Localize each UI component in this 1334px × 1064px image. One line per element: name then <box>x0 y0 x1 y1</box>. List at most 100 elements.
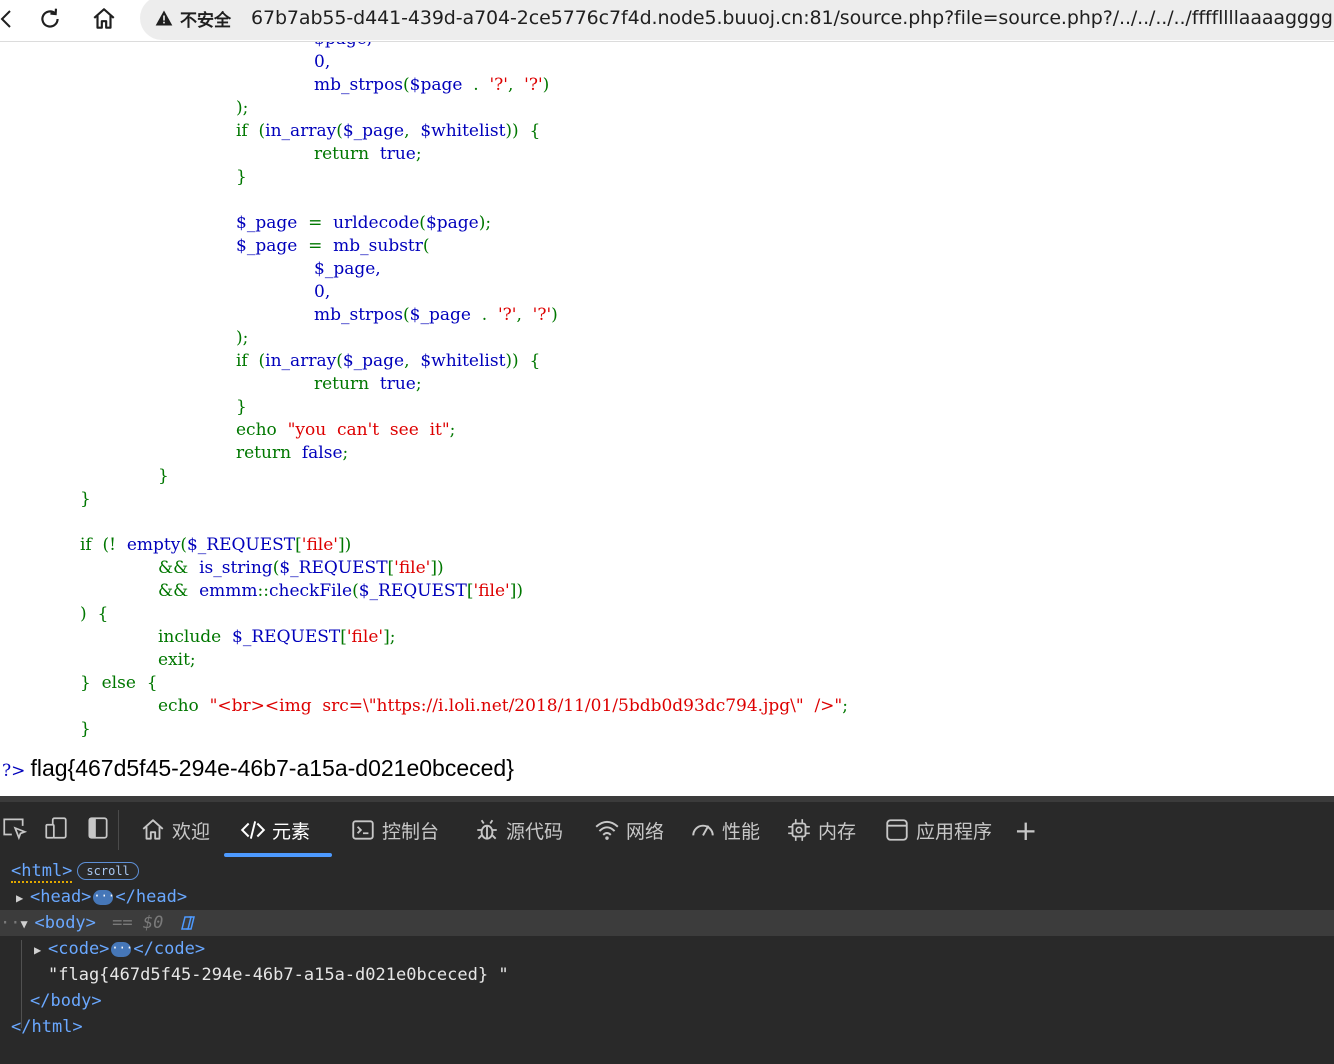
tab-elements[interactable]: 元素 <box>240 810 310 850</box>
code-line: include $_REQUEST['file']; <box>158 626 395 649</box>
not-secure-label[interactable]: 不安全 <box>180 6 231 31</box>
head-close-tag[interactable]: </head> <box>115 887 187 907</box>
tab-application[interactable]: 应用程序 <box>884 810 992 850</box>
toolbar-divider <box>118 810 119 850</box>
ellipsis-badge[interactable]: ··· <box>111 941 133 957</box>
code-token: ) <box>551 305 558 325</box>
code-token: return <box>314 144 380 164</box>
code-line: ); <box>236 97 248 120</box>
expand-triangle-icon[interactable]: ▶ <box>16 885 30 911</box>
device-emulation-button[interactable] <box>42 814 70 842</box>
code-line: if (in_array($_page, $whitelist)) { <box>236 120 540 143</box>
collapse-triangle-icon[interactable]: ▼ <box>20 911 34 937</box>
tab-label: 控制台 <box>382 820 440 843</box>
inspect-element-button[interactable] <box>0 814 28 842</box>
dom-node-html[interactable]: <html> scroll <box>0 858 1334 884</box>
code-token: ( <box>419 213 426 233</box>
tab-memory[interactable]: 内存 <box>786 810 856 850</box>
tab-sources[interactable]: 源代码 <box>474 810 563 850</box>
code-token: ]) <box>337 535 352 555</box>
head-open-tag[interactable]: <head> <box>30 887 91 907</box>
flag-output-line: ?> flag{467d5f45-294e-46b7-a15a-d021e0bc… <box>2 752 514 784</box>
code-token: . <box>462 75 490 95</box>
gauge-icon <box>692 824 714 836</box>
code-token: 'file' <box>473 581 510 601</box>
console-icon <box>352 820 374 840</box>
code-token: if ( <box>236 351 266 371</box>
body-open-tag[interactable]: <body> <box>34 913 95 933</box>
code-token: ; <box>449 420 456 440</box>
code-token: $_page <box>342 121 405 141</box>
code-open-tag[interactable]: <code> <box>48 939 109 959</box>
code-token: $_page <box>236 236 298 256</box>
code-token: "you can't see it" <box>287 420 450 440</box>
tab-label: 欢迎 <box>172 820 211 843</box>
code-line: } else { <box>80 672 158 695</box>
devtools-panel: 欢迎 元素 控制台 源代码 网络 性能 内存 应用程序 + <html> scroll ▶ <he… <box>0 796 1334 1064</box>
tab-network[interactable]: 网络 <box>594 810 664 850</box>
code-token: :: <box>257 581 269 601</box>
scroll-badge[interactable]: scroll <box>77 862 139 880</box>
code-token: true <box>379 374 416 394</box>
refresh-button[interactable] <box>34 4 66 34</box>
chip-icon <box>788 819 810 841</box>
code-line: } <box>80 718 91 741</box>
dom-node-body-close[interactable]: </body> <box>0 988 1334 1014</box>
dom-node-html-close[interactable]: </html> <box>0 1014 1334 1040</box>
code-token: mb_substr <box>333 236 423 256</box>
window-icon <box>886 819 908 841</box>
dom-node-body[interactable]: ··▼ <body> == $0 <box>0 910 1334 936</box>
wifi-icon <box>595 820 619 840</box>
code-line: ) { <box>80 603 108 626</box>
text-node-value[interactable]: "flag{467d5f45-294e-46b7-a15a-d021e0bcec… <box>48 965 509 985</box>
code-token: ); <box>236 328 249 348</box>
code-close-tag[interactable]: </code> <box>133 939 205 959</box>
code-token: echo <box>236 420 288 440</box>
node-menu-icon[interactable]: ·· <box>0 913 20 933</box>
tab-console[interactable]: 控制台 <box>350 810 439 850</box>
dom-text-node[interactable]: "flag{467d5f45-294e-46b7-a15a-d021e0bcec… <box>0 962 1334 988</box>
ellipsis-badge[interactable]: ··· <box>93 889 115 905</box>
html-open-tag[interactable]: <html> <box>11 861 73 883</box>
code-token: ) { <box>80 604 109 624</box>
home-button[interactable] <box>88 4 120 34</box>
code-token: )) { <box>505 121 541 141</box>
code-token: $page <box>425 213 479 233</box>
code-line: 0, <box>314 281 330 304</box>
url-text[interactable]: 67b7ab55-d441-439d-a704-2ce5776c7f4d.nod… <box>251 7 1333 29</box>
dom-node-head[interactable]: ▶ <head> ···</head> <box>0 884 1334 910</box>
tab-performance[interactable]: 性能 <box>690 810 760 850</box>
copilot-icon[interactable] <box>178 914 198 932</box>
tab-label: 元素 <box>272 820 311 843</box>
code-line: $_page = urldecode($page); <box>236 212 491 235</box>
body-close-tag[interactable]: </body> <box>30 991 102 1011</box>
code-token: $page <box>409 75 463 95</box>
address-bar[interactable]: 不安全 67b7ab55-d441-439d-a704-2ce5776c7f4d… <box>140 0 1334 40</box>
add-tab-button[interactable]: + <box>1014 810 1037 850</box>
dom-node-code[interactable]: ▶ <code> ···</code> <box>0 936 1334 962</box>
code-token: ); <box>236 98 249 118</box>
tab-welcome[interactable]: 欢迎 <box>140 810 210 850</box>
code-line: exit; <box>158 649 196 672</box>
code-token: $_page <box>409 305 471 325</box>
code-token: ); <box>478 213 492 233</box>
arrow-left-icon <box>0 10 11 28</box>
code-token: $whitelist <box>420 351 506 371</box>
code-token: checkFile <box>268 581 353 601</box>
code-line: mb_strpos($page . '?', '?') <box>314 74 549 97</box>
dock-side-button[interactable] <box>84 814 112 842</box>
expand-triangle-icon[interactable]: ▶ <box>34 937 48 963</box>
code-line: 0, <box>314 51 330 74</box>
code-token: [ <box>466 581 474 601</box>
code-token: 0, <box>314 52 331 72</box>
code-line: } <box>80 488 91 511</box>
html-close-tag[interactable]: </html> <box>11 1017 83 1037</box>
code-token: ]) <box>509 581 523 601</box>
code-token: if (! <box>80 535 127 555</box>
device-icon <box>45 817 67 839</box>
code-token: 0, <box>314 282 331 302</box>
back-button[interactable] <box>0 4 24 34</box>
code-token: [ <box>295 535 302 555</box>
code-token: "<br><img src=\"https://i.loli.net/2018/… <box>209 696 843 716</box>
code-token: } <box>236 397 247 417</box>
